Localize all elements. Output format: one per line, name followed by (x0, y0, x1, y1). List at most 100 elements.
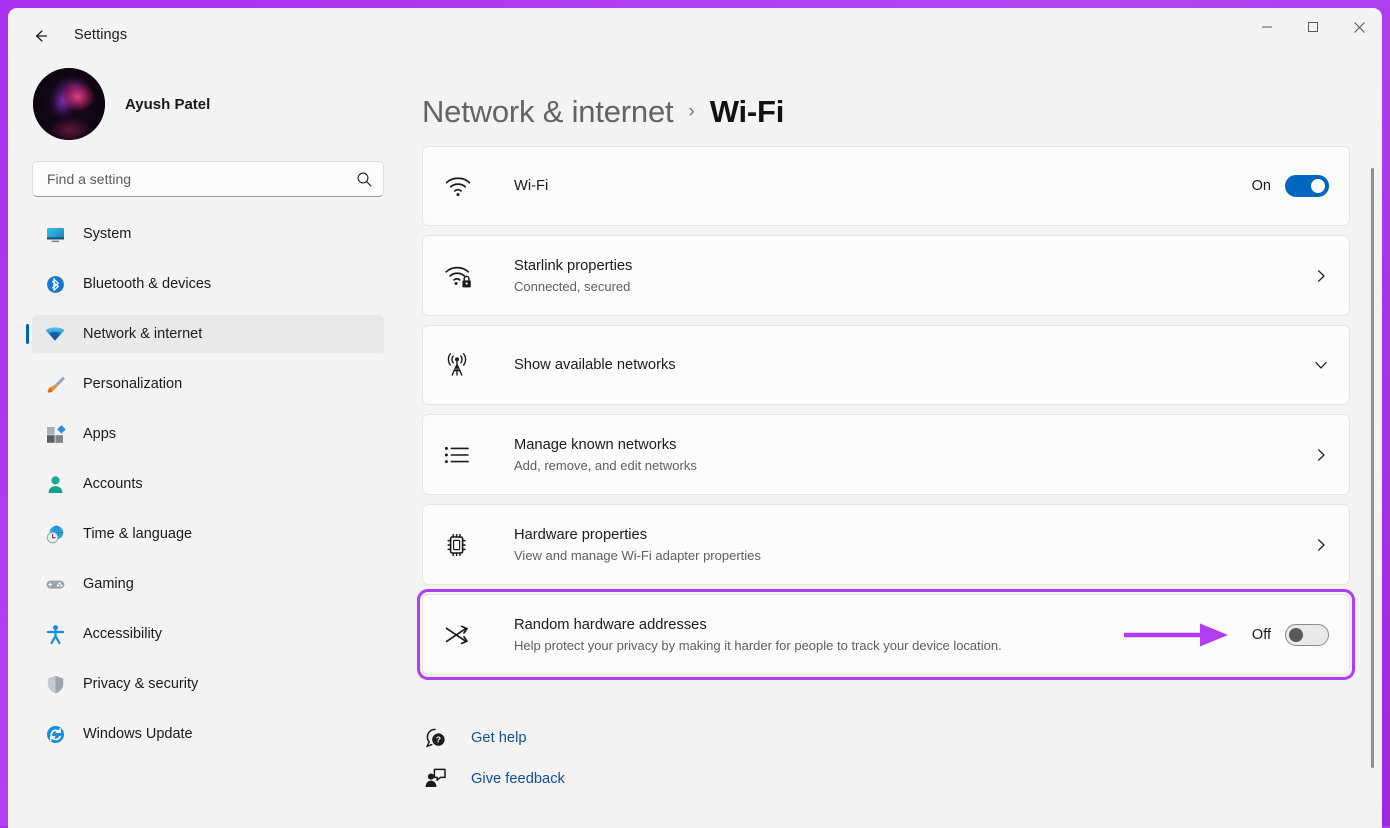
scrollbar-track[interactable] (1370, 168, 1376, 822)
row-text: Hardware properties View and manage Wi-F… (514, 525, 1313, 565)
wifi-lock-icon (444, 263, 480, 289)
status-label: Off (1251, 626, 1271, 643)
sidebar-item-gaming[interactable]: Gaming (32, 565, 384, 603)
sidebar-item-bluetooth-devices[interactable]: Bluetooth & devices (32, 265, 384, 303)
manage-known-networks-row[interactable]: Manage known networks Add, remove, and e… (422, 414, 1350, 495)
accessibility-icon (44, 623, 66, 645)
broadcast-tower-icon (444, 352, 480, 378)
back-button[interactable] (24, 21, 58, 51)
wifi-icon (444, 174, 480, 198)
link-label: Give feedback (471, 770, 565, 787)
profile-name: Ayush Patel (125, 95, 211, 113)
row-text: Manage known networks Add, remove, and e… (514, 435, 1313, 475)
sidebar-item-label: Accessibility (83, 626, 162, 642)
wifi-icon (44, 323, 66, 345)
settings-cards: Wi-Fi On Starlink properties Connected, … (417, 146, 1382, 680)
maximize-icon (1308, 22, 1318, 32)
row-title: Manage known networks (514, 436, 677, 453)
sidebar-item-system[interactable]: System (32, 215, 384, 253)
maximize-button[interactable] (1290, 8, 1336, 46)
sidebar-item-label: Windows Update (83, 726, 193, 742)
row-title: Random hardware addresses (514, 616, 707, 633)
sidebar-item-time-language[interactable]: Time & language (32, 515, 384, 553)
sidebar-item-apps[interactable]: Apps (32, 415, 384, 453)
sidebar-item-label: Apps (83, 426, 117, 442)
sidebar-item-accessibility[interactable]: Accessibility (32, 615, 384, 653)
minimize-button[interactable] (1244, 8, 1290, 46)
window-body: Ayush Patel Find a setting System Blueto… (8, 56, 1382, 828)
shield-icon (44, 673, 66, 695)
row-title: Wi-Fi (514, 178, 549, 194)
window-title: Settings (74, 27, 128, 43)
row-subtitle: Add, remove, and edit networks (514, 457, 697, 473)
hardware-properties-row[interactable]: Hardware properties View and manage Wi-F… (422, 504, 1350, 585)
sidebar-item-windows-update[interactable]: Windows Update (32, 715, 384, 753)
get-help-link[interactable]: ? Get help (423, 717, 1382, 758)
sidebar-item-privacy-security[interactable]: Privacy & security (32, 665, 384, 703)
avatar (33, 68, 105, 140)
sidebar-nav: System Bluetooth & devices Network & int… (26, 215, 384, 753)
sidebar-item-label: Network & internet (83, 326, 203, 342)
gamepad-icon (44, 573, 66, 595)
row-text: Starlink properties Connected, secured (514, 256, 1313, 296)
sidebar-item-label: Gaming (83, 576, 134, 592)
starlink-properties-row[interactable]: Starlink properties Connected, secured (422, 235, 1350, 316)
breadcrumb: Network & internet › Wi-Fi (422, 56, 1382, 146)
feedback-icon (423, 767, 447, 790)
sidebar-item-label: Privacy & security (83, 676, 199, 692)
apps-icon (44, 423, 66, 445)
give-feedback-link[interactable]: Give feedback (423, 758, 1382, 799)
row-subtitle: Connected, secured (514, 278, 631, 294)
row-title: Starlink properties (514, 257, 633, 274)
content-pane: Network & internet › Wi-Fi Wi-Fi On Star… (408, 56, 1382, 828)
sidebar-item-accounts[interactable]: Accounts (32, 465, 384, 503)
wifi-toggle-row[interactable]: Wi-Fi On (422, 146, 1350, 226)
search-icon[interactable] (356, 171, 373, 188)
chevron-right-icon[interactable] (1313, 447, 1329, 463)
row-text: Show available networks (514, 355, 1313, 375)
profile-section[interactable]: Ayush Patel (32, 56, 384, 152)
bluetooth-icon (44, 273, 66, 295)
close-icon (1353, 21, 1365, 33)
sidebar-item-personalization[interactable]: Personalization (32, 365, 384, 403)
paintbrush-icon (44, 373, 66, 395)
search-box[interactable] (32, 161, 384, 197)
window-controls (1244, 8, 1382, 46)
settings-window: Settings Ayush Patel Find a setting Syst… (8, 8, 1382, 828)
arrow-left-icon (35, 30, 48, 42)
status-label: On (1251, 178, 1271, 194)
row-control (1313, 357, 1329, 373)
search-input[interactable] (47, 171, 356, 187)
person-icon (44, 473, 66, 495)
row-control (1313, 537, 1329, 553)
page-title: Wi-Fi (709, 94, 785, 129)
row-text: Random hardware addresses Help protect y… (514, 615, 1122, 655)
row-control (1313, 447, 1329, 463)
chevron-right-icon[interactable] (1313, 268, 1329, 284)
sidebar-item-label: Time & language (83, 526, 193, 542)
scrollbar-thumb[interactable] (1371, 168, 1374, 768)
chevron-right-icon[interactable] (1313, 537, 1329, 553)
breadcrumb-parent[interactable]: Network & internet (422, 94, 674, 130)
list-icon (444, 444, 480, 466)
minimize-icon (1262, 26, 1272, 28)
sidebar-item-label: Accounts (83, 476, 143, 492)
random-hardware-addresses-row[interactable]: Random hardware addresses Help protect y… (417, 589, 1355, 680)
sidebar-item-network-internet[interactable]: Network & internet (26, 315, 384, 353)
sidebar: Ayush Patel Find a setting System Blueto… (8, 56, 408, 828)
toggle-knob (1289, 627, 1303, 642)
sidebar-item-label: Personalization (83, 376, 183, 392)
chevron-down-icon[interactable] (1313, 357, 1329, 373)
title-bar: Settings (8, 8, 1382, 56)
random-hardware-addresses-toggle[interactable] (1285, 623, 1329, 646)
close-button[interactable] (1336, 8, 1382, 46)
svg-text:?: ? (435, 735, 440, 745)
sidebar-item-label: System (83, 226, 132, 242)
show-available-networks-row[interactable]: Show available networks (422, 325, 1350, 405)
update-icon (44, 723, 66, 745)
wifi-toggle[interactable] (1285, 175, 1329, 197)
row-subtitle: Help protect your privacy by making it h… (514, 637, 1002, 653)
row-title: Show available networks (514, 357, 676, 373)
monitor-icon (44, 223, 66, 245)
row-title: Hardware properties (514, 526, 648, 543)
